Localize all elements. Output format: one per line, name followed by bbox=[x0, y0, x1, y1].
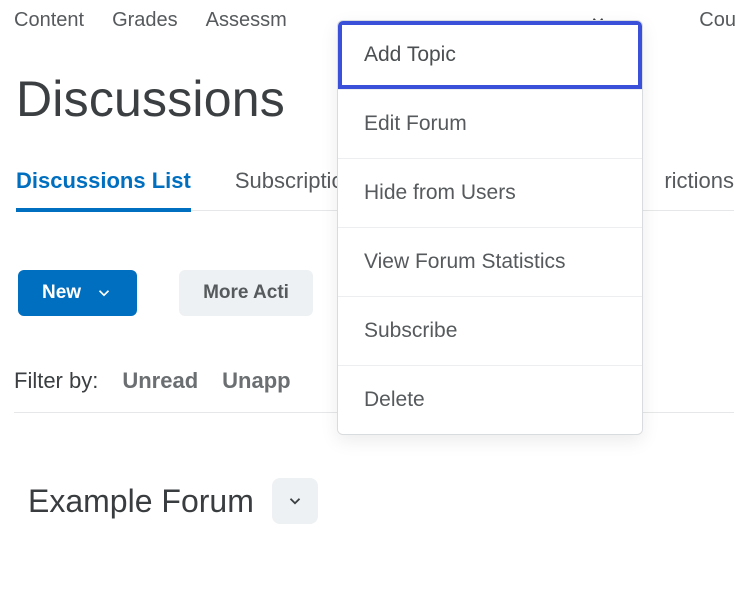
new-button-label: New bbox=[42, 282, 81, 304]
tab-subscriptions[interactable]: Subscriptio bbox=[235, 168, 344, 194]
nav-grades[interactable]: Grades bbox=[112, 9, 178, 32]
forum-title[interactable]: Example Forum bbox=[28, 483, 254, 520]
forum-context-menu-button[interactable] bbox=[272, 478, 318, 524]
filter-label: Filter by: bbox=[14, 368, 98, 394]
forum-row: Example Forum bbox=[28, 478, 318, 524]
new-button[interactable]: New bbox=[18, 270, 137, 316]
chevron-down-icon bbox=[286, 492, 304, 510]
menu-delete[interactable]: Delete bbox=[338, 365, 642, 434]
menu-edit-forum[interactable]: Edit Forum bbox=[338, 89, 642, 158]
page-title: Discussions bbox=[16, 70, 285, 128]
more-actions-label: More Acti bbox=[203, 282, 289, 303]
nav-assessments[interactable]: Assessm bbox=[206, 9, 287, 32]
filter-unread[interactable]: Unread bbox=[122, 368, 198, 394]
menu-add-topic[interactable]: Add Topic bbox=[338, 21, 642, 89]
tab-discussions-list[interactable]: Discussions List bbox=[16, 168, 191, 194]
menu-hide-from-users[interactable]: Hide from Users bbox=[338, 158, 642, 227]
chevron-down-icon bbox=[95, 284, 113, 302]
more-actions-button[interactable]: More Acti bbox=[179, 270, 313, 316]
menu-subscribe[interactable]: Subscribe bbox=[338, 296, 642, 365]
forum-context-menu: Add Topic Edit Forum Hide from Users Vie… bbox=[337, 20, 643, 435]
filter-unapproved[interactable]: Unapp bbox=[222, 368, 290, 394]
nav-course[interactable]: Cou bbox=[699, 9, 736, 32]
tab-restrictions[interactable]: rictions bbox=[664, 168, 734, 194]
nav-content[interactable]: Content bbox=[14, 9, 84, 32]
action-bar: New More Acti bbox=[18, 270, 313, 316]
menu-view-statistics[interactable]: View Forum Statistics bbox=[338, 227, 642, 296]
